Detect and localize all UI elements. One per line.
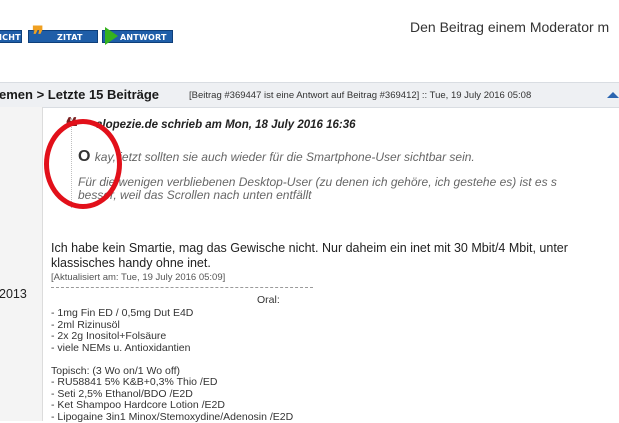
reply-button[interactable]: ANTWORT bbox=[102, 30, 173, 43]
signature-line: - RU58841 5% K&B+0,3% Thio /ED bbox=[51, 377, 293, 389]
reply-arrow-icon bbox=[105, 27, 118, 45]
quote-text-line2b: besser, weil das Scrollen nach unten ent… bbox=[78, 189, 619, 202]
quote-text-line2: Für die wenigen verbliebenen Desktop-Use… bbox=[78, 176, 619, 202]
reply-button-label: ANTWORT bbox=[120, 33, 167, 42]
quote-button-label: ZITAT bbox=[57, 33, 83, 42]
signature-line bbox=[51, 354, 293, 366]
post-header-bar: emen > Letzte 15 Beiträge [Beitrag #3694… bbox=[0, 82, 619, 108]
quote-button[interactable]: ❞ ZITAT bbox=[28, 30, 98, 43]
signature-line: - 2x 2g Inositol+Folsäure bbox=[51, 331, 293, 343]
breadcrumb[interactable]: emen > Letzte 15 Beiträge bbox=[0, 87, 159, 102]
scroll-to-top-icon[interactable] bbox=[607, 92, 619, 98]
author-join-year: 2013 bbox=[0, 287, 27, 301]
signature-list: - 1mg Fin ED / 0,5mg Dut E4D - 2ml Rizin… bbox=[51, 308, 293, 423]
author-column bbox=[0, 107, 43, 421]
signature-line: - 1mg Fin ED / 0,5mg Dut E4D bbox=[51, 308, 293, 320]
signature-line: - Ket Shampoo Hardcore Lotion /E2D bbox=[51, 400, 293, 412]
post-toolbar: ICHT ❞ ZITAT ANTWORT Den Beitrag einem M… bbox=[0, 0, 619, 70]
quote-text-line1-rest: kay, jetzt sollten sie auch wieder für d… bbox=[95, 150, 475, 164]
report-to-moderator-link[interactable]: Den Beitrag einem Moderator m bbox=[410, 19, 609, 35]
report-button-partial[interactable]: ICHT bbox=[0, 30, 22, 43]
signature-oral-heading: Oral: bbox=[257, 294, 280, 306]
signature-line: - Lipogaine 3in1 Minox/Stemoxydine/Adeno… bbox=[51, 412, 293, 423]
post-body: Ich habe kein Smartie, mag das Gewische … bbox=[51, 241, 568, 270]
post-meta: [Beitrag #369447 ist eine Antwort auf Be… bbox=[189, 90, 531, 101]
edited-note: [Aktualisiert am: Tue, 19 July 2016 05:0… bbox=[51, 272, 225, 283]
signature-line: - viele NEMs u. Antioxidantien bbox=[51, 343, 293, 355]
signature-divider bbox=[51, 287, 313, 288]
quote-icon: ❞ bbox=[32, 24, 44, 46]
post-body-line1: Ich habe kein Smartie, mag das Gewische … bbox=[51, 241, 568, 256]
post-body-line2: klassisches handy ohne inet. bbox=[51, 256, 568, 271]
quote-text-line1: O kay, jetzt sollten sie auch wieder für… bbox=[78, 148, 475, 166]
report-button-label: ICHT bbox=[0, 33, 21, 42]
quote-author-line: alopezie.de schrieb am Mon, 18 July 2016… bbox=[96, 119, 356, 131]
red-annotation-circle bbox=[44, 119, 122, 209]
